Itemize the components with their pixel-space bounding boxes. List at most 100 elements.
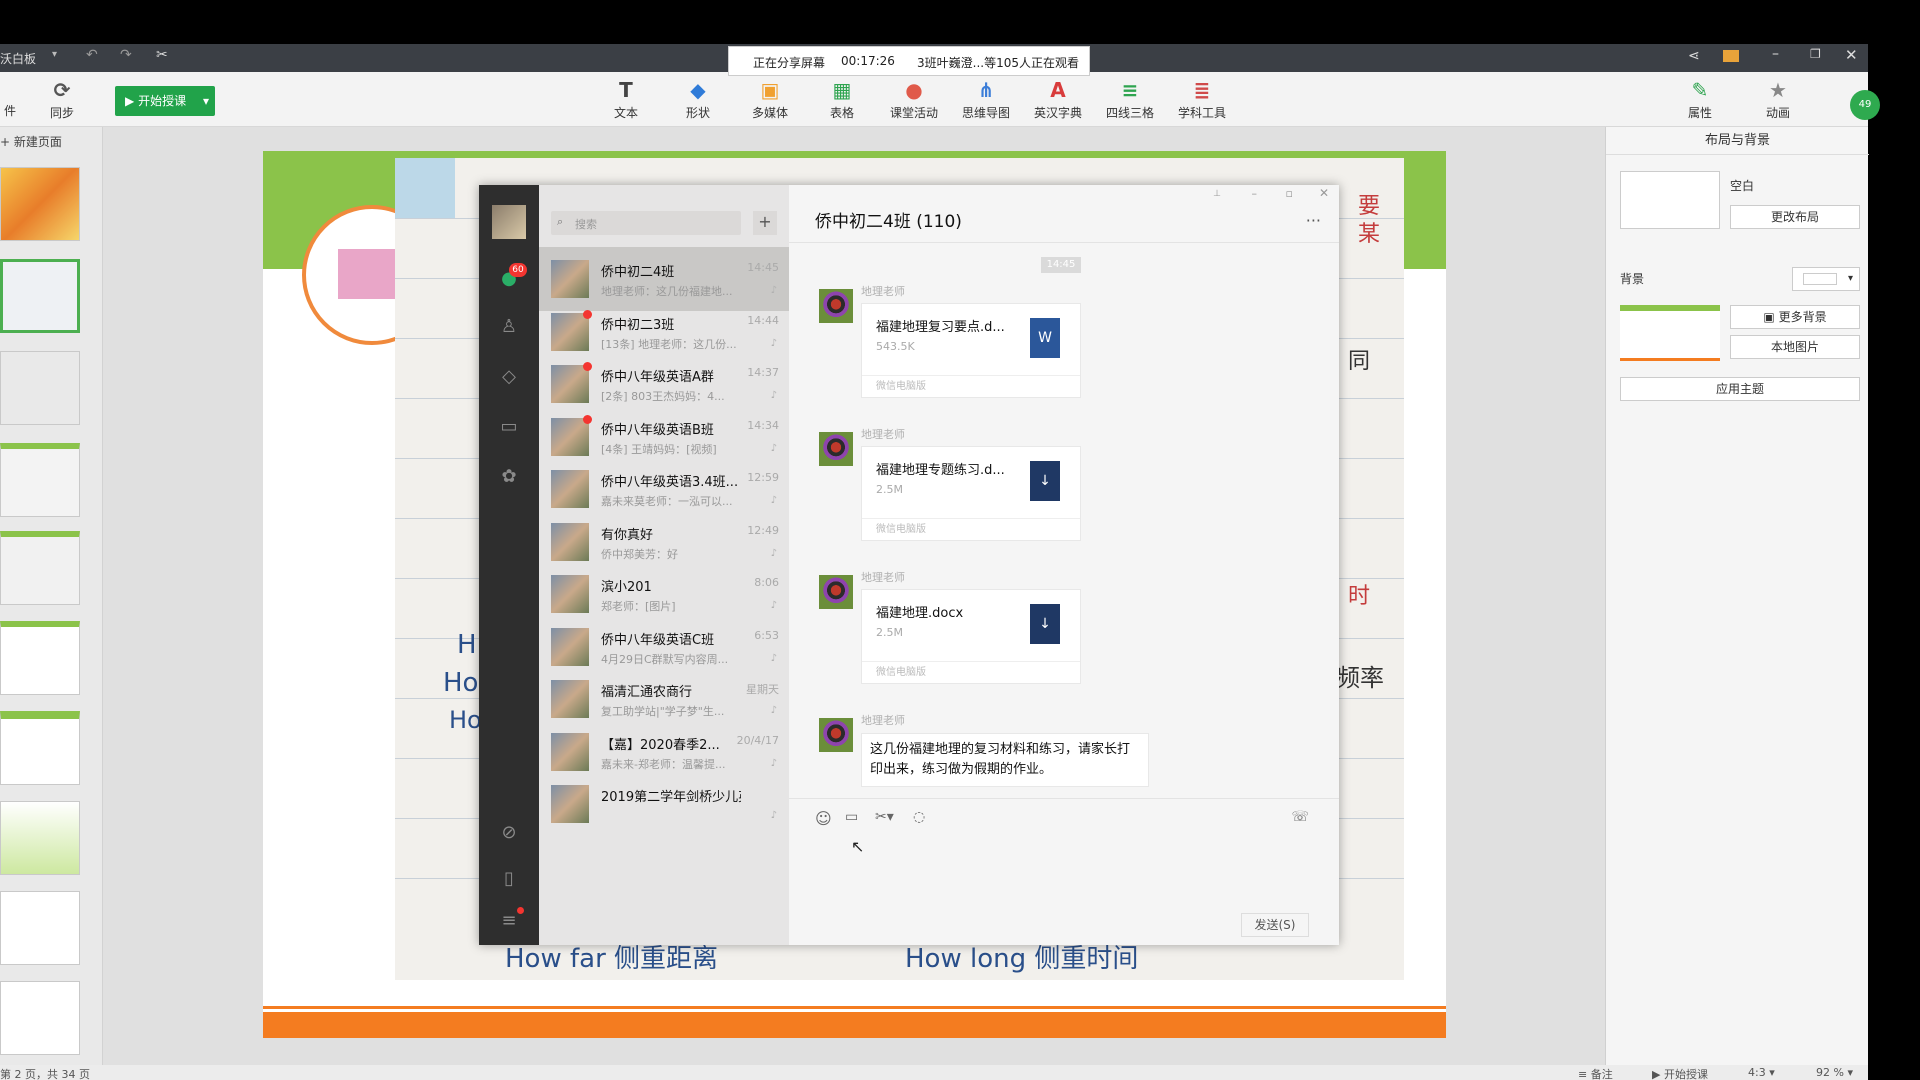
file-message[interactable]: 福建地理.docx 2.5M ↓ 微信电脑版 <box>861 589 1081 684</box>
change-layout-button[interactable]: 更改布局 <box>1730 205 1860 229</box>
file-size: 2.5M <box>876 626 903 639</box>
app-title[interactable]: 沃白板 <box>0 50 36 67</box>
tool-subject[interactable]: ≣ 学科工具 <box>1170 80 1234 121</box>
file-name: 福建地理.docx <box>876 606 964 621</box>
sender-avatar[interactable] <box>819 289 853 323</box>
slide-thumbnail-1[interactable] <box>0 167 80 241</box>
zoom-select[interactable]: 92 % ▾ <box>1816 1066 1853 1079</box>
tool-shape[interactable]: ◆ 形状 <box>666 80 730 121</box>
tool-label: 文本 <box>613 106 638 120</box>
file-name: 福建地理复习要点.d... <box>876 320 1005 335</box>
mute-icon: ♪ <box>770 442 777 454</box>
slide-thumbnail-6[interactable] <box>0 621 80 695</box>
slide-thumbnail-10[interactable] <box>0 981 80 1055</box>
conversation-name: 【嘉】2020春季2... <box>601 737 720 753</box>
minimize-icon[interactable]: – <box>1252 187 1258 200</box>
online-badge[interactable]: 49 <box>1850 90 1880 120</box>
chevron-down-icon[interactable]: ▾ <box>203 86 209 116</box>
chat-history-icon[interactable]: ◌ <box>913 809 925 825</box>
more-background-button[interactable]: ▣ 更多背景 <box>1730 305 1860 329</box>
send-button[interactable]: 发送(S) <box>1241 913 1309 937</box>
scissors-icon[interactable]: ✂ <box>156 47 168 63</box>
slide-thumbnail-5[interactable] <box>0 531 80 605</box>
redo-icon[interactable]: ↷ <box>120 47 132 63</box>
mini-program-icon[interactable]: ⊘ <box>497 821 521 845</box>
slide-thumbnail-9[interactable] <box>0 891 80 965</box>
share-status: 正在分享屏幕 <box>753 56 826 70</box>
emoji-icon[interactable]: ☺ <box>815 809 832 828</box>
cursor-icon: ↖ <box>851 837 865 856</box>
sender-avatar[interactable] <box>819 575 853 609</box>
gift-image <box>338 249 398 299</box>
conversation-avatar <box>551 365 589 403</box>
mute-icon: ♪ <box>770 652 777 664</box>
close-icon[interactable]: ✕ <box>1845 46 1858 64</box>
sender-avatar[interactable] <box>819 718 853 752</box>
share-icon[interactable]: ⋖ <box>1688 48 1700 64</box>
tool-properties[interactable]: ✎ 属性 <box>1668 80 1732 121</box>
phone-icon[interactable]: ▯ <box>497 867 521 891</box>
aspect-ratio-select[interactable]: 4:3 ▾ <box>1748 1066 1775 1079</box>
search-placeholder[interactable]: 搜索 <box>575 216 597 232</box>
download-icon[interactable]: ↓ <box>1030 461 1060 501</box>
search-box[interactable]: ⌕ 搜索 <box>551 211 741 235</box>
close-icon[interactable]: ✕ <box>1319 186 1329 200</box>
background-preview[interactable] <box>1620 305 1720 361</box>
folder-icon[interactable]: ▭ <box>845 809 858 825</box>
tool-media[interactable]: ▣ 多媒体 <box>738 80 802 121</box>
conversation-name: 2019第二学年剑桥少儿英... <box>601 790 741 805</box>
slide-thumbnail-4[interactable] <box>0 443 80 517</box>
add-icon[interactable]: + <box>753 211 777 235</box>
start-class-status-button[interactable]: ▶ 开始授课 <box>1652 1066 1708 1080</box>
more-icon[interactable]: ··· <box>1306 211 1321 230</box>
tool-mindmap[interactable]: ⋔ 思维导图 <box>954 80 1018 121</box>
contacts-icon[interactable]: ♙ <box>497 315 521 339</box>
new-page-button[interactable]: + 新建页面 <box>0 133 62 150</box>
text-message[interactable]: 这几份福建地理的复习材料和练习，请家长打印出来，练习做为假期的作业。 <box>861 733 1149 787</box>
minimize-icon[interactable]: – <box>1772 46 1779 62</box>
tool-four-lines[interactable]: ≡ 四线三格 <box>1098 80 1162 121</box>
notes-button[interactable]: ≡ 备注 <box>1578 1066 1613 1080</box>
conversation-snippet: 郑老师：[图片] <box>601 600 676 613</box>
slide-thumbnail-7[interactable] <box>0 711 80 785</box>
input-divider <box>789 798 1339 799</box>
sender-avatar[interactable] <box>819 432 853 466</box>
slide-thumbnail-8[interactable] <box>0 801 80 875</box>
chevron-down-icon[interactable]: ▾ <box>52 49 57 60</box>
maximize-icon[interactable]: ▫ <box>1286 187 1293 200</box>
conversation-snippet: 4月29日C群默写内容周... <box>601 652 729 666</box>
shape-icon: ◆ <box>690 78 706 102</box>
slide-thumbnail-3[interactable] <box>0 351 80 425</box>
call-icon[interactable]: ☏ <box>1291 809 1309 825</box>
tool-animation[interactable]: ★ 动画 <box>1746 80 1810 121</box>
tool-dictionary[interactable]: A 英汉字典 <box>1026 80 1090 121</box>
background-color-picker[interactable]: ▾ <box>1792 267 1860 291</box>
file-message[interactable]: 福建地理复习要点.d... 543.5K W 微信电脑版 <box>861 303 1081 398</box>
favorites-icon[interactable]: ◇ <box>497 365 521 389</box>
message-input[interactable] <box>789 835 1339 915</box>
start-class-button[interactable]: ▶ 开始授课 ▾ <box>115 86 215 116</box>
properties-panel: 布局与背景 空白 更改布局 背景 ▾ ▣ 更多背景 本地图片 应用主题 <box>1605 127 1869 1065</box>
file-message[interactable]: 福建地理专题练习.d... 2.5M ↓ 微信电脑版 <box>861 446 1081 541</box>
tool-table[interactable]: ▦ 表格 <box>810 80 874 121</box>
undo-icon[interactable]: ↶ <box>86 47 98 63</box>
download-icon[interactable]: ↓ <box>1030 604 1060 644</box>
slide-thumbnail-2[interactable] <box>0 259 80 333</box>
tool-text[interactable]: T 文本 <box>594 80 658 121</box>
pin-icon[interactable]: ⊥ <box>1213 189 1221 199</box>
apply-theme-button[interactable]: 应用主题 <box>1620 377 1860 401</box>
mute-icon: ♪ <box>770 547 777 559</box>
layout-preview[interactable] <box>1620 171 1720 229</box>
mail-icon[interactable] <box>1723 50 1739 62</box>
list-item[interactable]: 2019第二学年剑桥少儿英... ♪ <box>539 772 789 836</box>
moments-icon[interactable]: ✿ <box>497 465 521 489</box>
screenshot-icon[interactable]: ✂▾ <box>875 809 894 825</box>
local-image-button[interactable]: 本地图片 <box>1730 335 1860 359</box>
my-avatar[interactable] <box>492 205 526 239</box>
restore-icon[interactable]: ❐ <box>1810 47 1821 61</box>
conversation-snippet: 复工助学站|"学子梦"生... <box>601 705 725 718</box>
sync-button[interactable]: ⟳ 同步 <box>30 80 94 121</box>
folder-icon[interactable]: ▭ <box>497 415 521 439</box>
tool-class-activity[interactable]: ● 课堂活动 <box>882 80 946 121</box>
tool-label: 四线三格 <box>1105 106 1154 120</box>
